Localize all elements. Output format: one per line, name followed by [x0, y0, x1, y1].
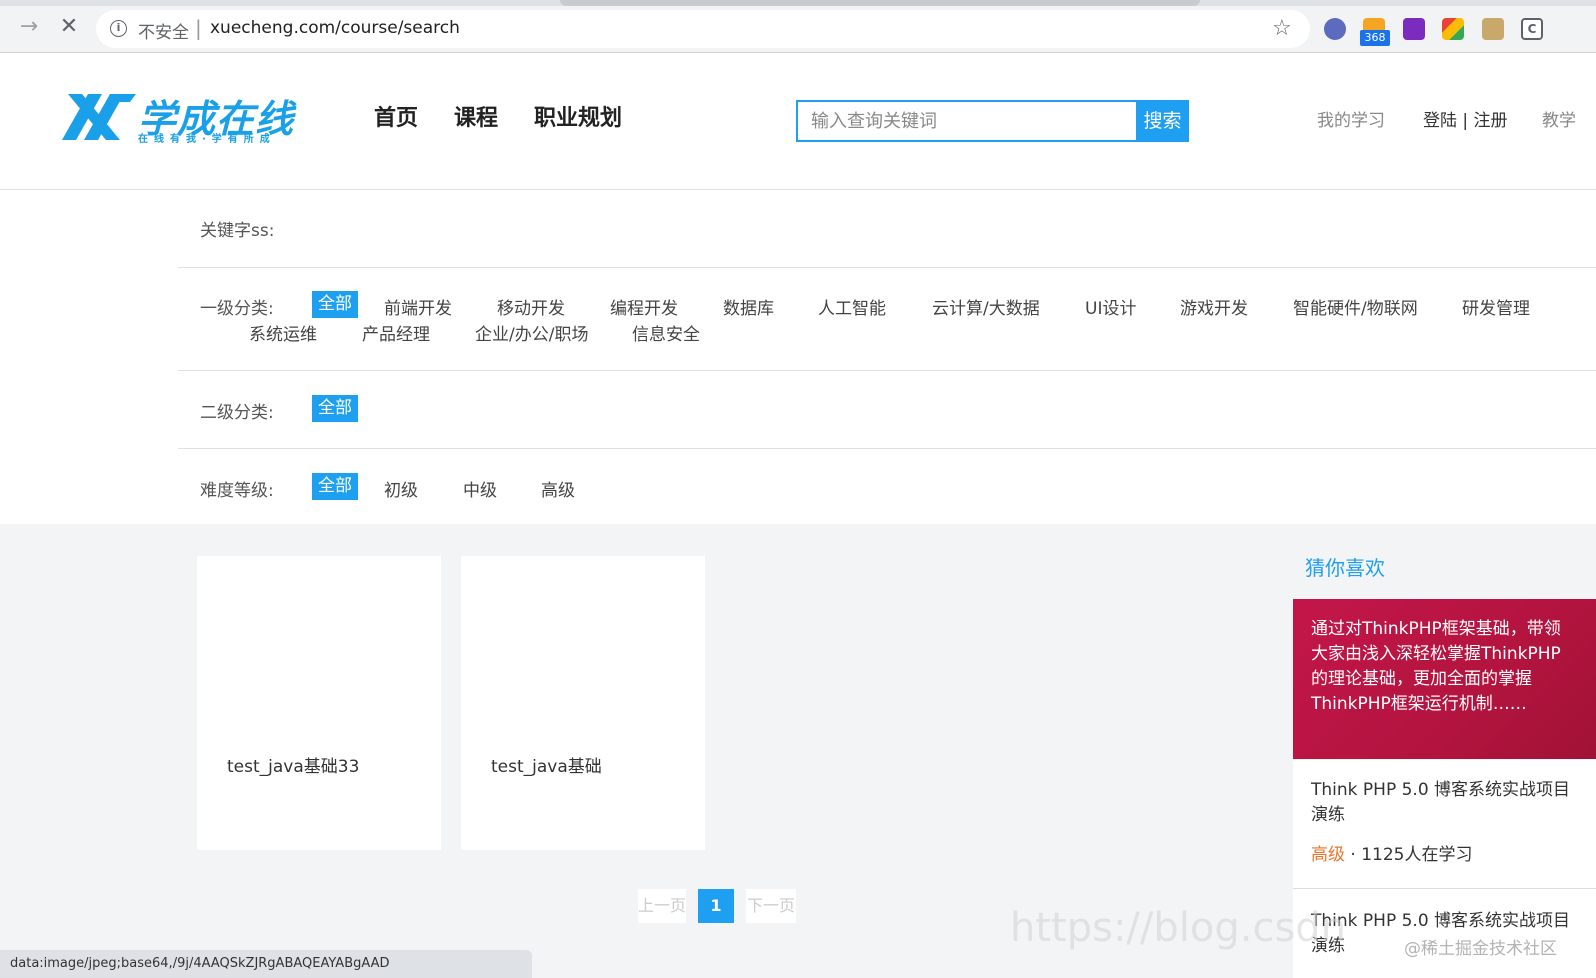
search-box [796, 100, 1136, 142]
level1-option[interactable]: 企业/办公/职场 [475, 320, 588, 345]
level1-option[interactable]: 系统运维 [249, 320, 317, 345]
difficulty-option[interactable]: 初级 [384, 476, 418, 501]
difficulty-option[interactable]: 中级 [463, 476, 497, 501]
nav-courses[interactable]: 课程 [454, 100, 498, 132]
forward-arrow-icon[interactable]: → [16, 14, 42, 40]
recommend-title: 猜你喜欢 [1305, 556, 1385, 580]
level1-option[interactable]: 云计算/大数据 [932, 294, 1040, 319]
extension-rp-icon[interactable] [1403, 18, 1425, 40]
filter-divider [178, 448, 1596, 449]
browser-status-bar: data:image/jpeg;base64,/9j/4AAQSkZJRgABA… [0, 950, 532, 978]
filter-divider [178, 370, 1596, 371]
level1-label: 一级分类: [200, 299, 274, 319]
site-logo[interactable]: 学成在线 在线有我·学有所成 [58, 88, 303, 146]
stop-loading-icon[interactable]: ✕ [56, 14, 82, 40]
main-nav: 首页 课程 职业规划 [374, 100, 622, 132]
not-secure-label: 不安全 [138, 23, 189, 43]
level2-label: 二级分类: [200, 403, 274, 423]
level1-option-all[interactable]: 全部 [312, 291, 358, 318]
header-divider [0, 189, 1596, 190]
my-learning-link[interactable]: 我的学习 [1317, 106, 1385, 131]
course-card[interactable]: test_java基础33 [197, 556, 441, 850]
extension-badge: 368 [1360, 30, 1390, 46]
active-tab[interactable] [560, 0, 1200, 6]
difficulty-option[interactable]: 高级 [541, 476, 575, 501]
url-separator: | [195, 16, 202, 40]
level1-option[interactable]: 产品经理 [362, 320, 430, 345]
course-card-title[interactable]: test_java基础 [491, 752, 602, 777]
level1-option[interactable]: 前端开发 [384, 294, 452, 319]
browser-toolbar: → ✕ i 不安全 | xuecheng.com/course/search ☆… [0, 0, 1596, 53]
level1-option[interactable]: 人工智能 [818, 294, 886, 319]
watermark: https://blog.csdn [1010, 905, 1347, 951]
login-register-link[interactable]: 登陆 | 注册 [1423, 106, 1508, 131]
difficulty-option-all[interactable]: 全部 [312, 473, 358, 500]
watermark-juejin: @稀土掘金技术社区 [1404, 939, 1557, 959]
nav-home[interactable]: 首页 [374, 100, 418, 132]
bookmark-star-icon[interactable]: ☆ [1272, 16, 1292, 41]
course-students: · 1125人在学习 [1345, 845, 1473, 865]
extension-color-icon[interactable] [1442, 18, 1464, 40]
pager-page-current[interactable]: 1 [698, 889, 734, 923]
level1-option[interactable]: 信息安全 [632, 320, 700, 345]
extension-check-icon[interactable] [1324, 18, 1346, 40]
search-input[interactable] [798, 102, 1136, 140]
level1-option[interactable]: 数据库 [723, 294, 774, 319]
logo-mark-icon [62, 94, 136, 140]
recommended-course[interactable]: Think PHP 5.0 博客系统实战项目演练 高级 · 1125人在学习 [1293, 760, 1596, 890]
level1-option[interactable]: 游戏开发 [1180, 294, 1248, 319]
course-card-title[interactable]: test_java基础33 [227, 752, 359, 777]
logo-slogan: 在线有我·学有所成 [138, 134, 276, 145]
promo-text: 通过对ThinkPHP框架基础，带领大家由浅入深轻松掌握ThinkPHP的理论基… [1311, 619, 1561, 714]
extension-image-icon[interactable] [1482, 18, 1504, 40]
recommended-course-meta: 高级 · 1125人在学习 [1311, 840, 1472, 865]
keyword-label: 关键字ss: [200, 221, 275, 241]
search-button[interactable]: 搜索 [1136, 100, 1189, 142]
level2-option-all[interactable]: 全部 [312, 395, 358, 422]
course-level: 高级 [1311, 845, 1345, 865]
address-bar[interactable]: i 不安全 | xuecheng.com/course/search ☆ [96, 10, 1310, 48]
promo-banner[interactable]: 通过对ThinkPHP框架基础，带领大家由浅入深轻松掌握ThinkPHP的理论基… [1293, 599, 1596, 759]
level1-option[interactable]: UI设计 [1085, 294, 1136, 319]
level1-option[interactable]: 研发管理 [1462, 294, 1530, 319]
info-icon[interactable]: i [110, 20, 127, 37]
recommended-course-title[interactable]: Think PHP 5.0 博客系统实战项目演练 [1311, 778, 1571, 828]
url-text[interactable]: xuecheng.com/course/search [210, 18, 460, 38]
pager-prev-button[interactable]: 上一页 [638, 889, 686, 923]
level1-option[interactable]: 智能硬件/物联网 [1293, 294, 1418, 319]
course-card[interactable]: test_java基础 [461, 556, 705, 850]
level1-option[interactable]: 移动开发 [497, 294, 565, 319]
level1-option[interactable]: 编程开发 [610, 294, 678, 319]
filter-divider [178, 267, 1596, 268]
teach-link[interactable]: 教学 [1542, 106, 1576, 131]
difficulty-label: 难度等级: [200, 481, 274, 501]
nav-career[interactable]: 职业规划 [534, 100, 622, 132]
extension-c-icon[interactable]: C [1521, 18, 1543, 40]
pager-next-button[interactable]: 下一页 [746, 889, 796, 923]
